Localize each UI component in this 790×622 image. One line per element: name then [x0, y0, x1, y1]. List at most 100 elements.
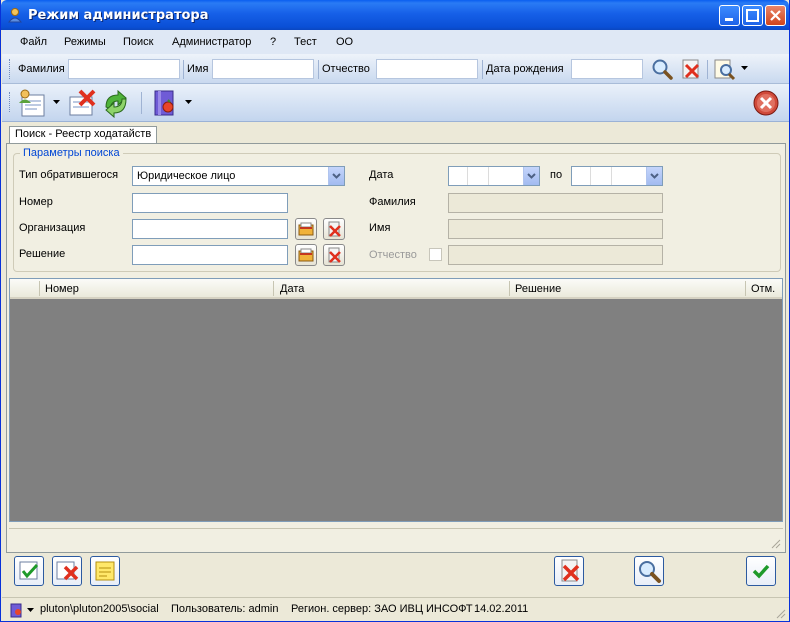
date-month-segment[interactable]	[591, 167, 612, 185]
clear-icon	[328, 247, 341, 263]
clear-filters-button[interactable]	[554, 556, 584, 586]
menu-bar: Файл Режимы Поиск Администратор ? Тест О…	[2, 30, 789, 54]
minimize-button[interactable]	[719, 5, 740, 26]
ok-button[interactable]	[746, 556, 776, 586]
refresh-icon[interactable]	[100, 87, 132, 119]
separator	[318, 60, 319, 79]
apply-button[interactable]	[14, 556, 44, 586]
cancel-action-button[interactable]	[52, 556, 82, 586]
decision-input[interactable]	[132, 245, 288, 265]
date-from-dropdown-button[interactable]	[523, 167, 539, 185]
number-label: Номер	[19, 196, 53, 208]
patronymic-input[interactable]	[376, 59, 478, 79]
menu-modes[interactable]: Режимы	[64, 36, 106, 48]
organization-input[interactable]	[132, 219, 288, 239]
open-registry-icon[interactable]	[16, 87, 48, 119]
patronymic-label: Отчество	[322, 63, 370, 75]
maximize-button[interactable]	[742, 5, 763, 26]
exit-icon[interactable]	[752, 89, 780, 117]
minimize-icon	[725, 18, 733, 21]
status-user: Пользователь: admin	[171, 603, 279, 615]
column-divider[interactable]	[39, 281, 40, 296]
delete-record-icon[interactable]	[66, 87, 98, 119]
column-date[interactable]: Дата	[280, 283, 304, 295]
status-server: Регион. сервер: ЗАО ИВЦ ИНСОФТ	[291, 603, 473, 615]
menu-search[interactable]: Поиск	[123, 36, 153, 48]
menu-help[interactable]: ?	[270, 36, 276, 48]
app-user-icon	[7, 8, 23, 23]
chevron-down-icon[interactable]	[27, 608, 35, 614]
chevron-down-icon[interactable]	[185, 100, 193, 106]
column-mark[interactable]: Отм.	[751, 283, 775, 295]
name-param-input	[448, 219, 663, 239]
column-decision[interactable]: Решение	[515, 283, 561, 295]
clear-search-icon[interactable]	[679, 57, 703, 81]
menu-admin[interactable]: Администратор	[172, 36, 251, 48]
resize-grip-icon[interactable]	[769, 537, 781, 549]
toolbar-grip[interactable]	[9, 59, 12, 79]
date-to-label: по	[550, 169, 563, 181]
status-bar: pluton\pluton2005\social Пользователь: a…	[2, 597, 789, 621]
horizontal-scrollbar[interactable]	[9, 528, 783, 536]
title-bar[interactable]: Режим администратора	[1, 0, 789, 30]
find-button[interactable]	[634, 556, 664, 586]
window-title: Режим администратора	[28, 8, 209, 23]
main-toolbar	[2, 84, 789, 122]
menu-oo[interactable]: ОО	[336, 36, 353, 48]
close-button[interactable]	[765, 5, 786, 26]
surname-input[interactable]	[68, 59, 180, 79]
name-input[interactable]	[212, 59, 314, 79]
search-options-icon[interactable]	[712, 57, 736, 81]
birthdate-input[interactable]	[571, 59, 643, 79]
chevron-down-icon	[527, 173, 536, 179]
column-number[interactable]: Номер	[45, 283, 79, 295]
folder-open-icon	[298, 248, 314, 262]
separator	[141, 92, 142, 114]
applicant-type-dropdown-button[interactable]	[328, 167, 344, 185]
date-to-input[interactable]	[571, 166, 663, 186]
toolbar-grip[interactable]	[9, 92, 12, 112]
date-day-segment[interactable]	[449, 167, 468, 185]
notes-button[interactable]	[90, 556, 120, 586]
separator	[482, 60, 483, 79]
maximize-icon	[746, 9, 759, 22]
organization-pick-button[interactable]	[295, 218, 317, 240]
search-icon[interactable]	[650, 57, 674, 81]
applicant-type-select[interactable]: Юридическое лицо	[132, 166, 345, 186]
results-grid[interactable]: Номер Дата Решение Отм.	[9, 278, 783, 522]
organization-label: Организация	[19, 222, 86, 234]
date-day-segment[interactable]	[572, 167, 591, 185]
date-month-segment[interactable]	[468, 167, 489, 185]
close-icon	[770, 10, 781, 21]
surname-param-input	[448, 193, 663, 213]
column-divider[interactable]	[509, 281, 510, 296]
column-divider[interactable]	[273, 281, 274, 296]
date-to-dropdown-button[interactable]	[646, 167, 662, 185]
tab-strip: Поиск - Реестр ходатайств	[2, 122, 789, 145]
chevron-down-icon[interactable]	[741, 66, 749, 72]
quick-search-toolbar: Фамилия Имя Отчество Дата рождения	[2, 54, 789, 84]
date-label: Дата	[369, 169, 394, 181]
column-divider[interactable]	[745, 281, 746, 296]
date-from-input[interactable]	[448, 166, 540, 186]
menu-file[interactable]: Файл	[20, 36, 47, 48]
document-delete-icon	[56, 561, 79, 581]
organization-clear-button[interactable]	[323, 218, 345, 240]
document-check-icon	[19, 561, 39, 580]
decision-clear-button[interactable]	[323, 244, 345, 266]
folder-open-icon	[298, 222, 314, 236]
separator	[707, 60, 708, 79]
connection-icon[interactable]	[8, 602, 24, 618]
name-label: Имя	[187, 63, 209, 75]
search-icon	[639, 561, 661, 583]
surname-param-label: Фамилия	[369, 196, 416, 208]
menu-test[interactable]: Тест	[294, 36, 317, 48]
chevron-down-icon	[332, 173, 341, 179]
book-report-icon[interactable]	[148, 87, 180, 119]
patronymic-checkbox[interactable]	[429, 248, 442, 261]
chevron-down-icon[interactable]	[53, 100, 61, 106]
decision-pick-button[interactable]	[295, 244, 317, 266]
resize-grip-icon[interactable]	[774, 607, 786, 619]
clear-search-icon	[561, 559, 580, 582]
number-input[interactable]	[132, 193, 288, 213]
